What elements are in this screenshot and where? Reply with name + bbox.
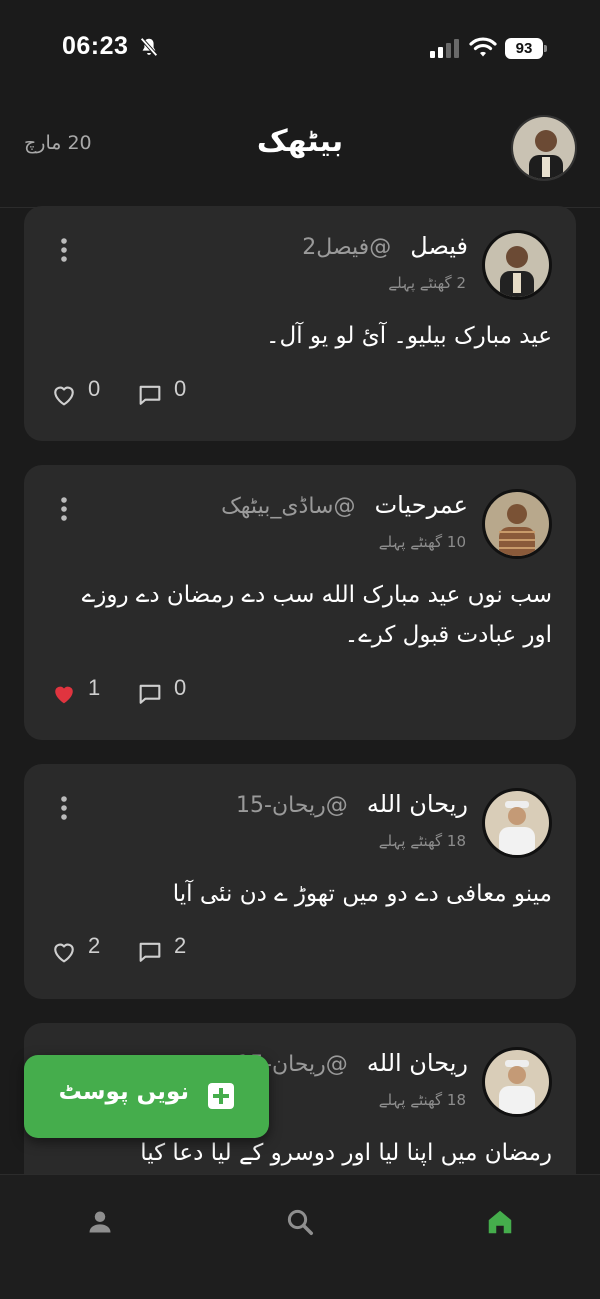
post-avatar[interactable] [482,230,552,300]
like-button[interactable]: 0 [50,376,100,410]
post-timestamp: 18 گھنٹے پہلے [378,832,466,850]
post-text: رمضان میں اپنا لیا اور دوسرو کے لیا دعا … [140,1140,552,1166]
author-name[interactable]: ریحان الله [367,1049,468,1077]
author-name[interactable]: فیصل [410,232,468,260]
nav-search[interactable] [280,1202,320,1242]
author-handle[interactable]: @ساڈی_بیٹھک [221,494,355,519]
comment-icon [139,942,161,962]
comment-icon [139,684,161,704]
author-name[interactable]: ریحان الله [367,790,468,818]
nav-home[interactable] [480,1202,520,1242]
bottom-nav [0,1174,600,1299]
comment-count: 0 [174,675,187,700]
user-avatar[interactable] [511,115,577,181]
like-count: 1 [88,675,101,700]
home-icon [488,1210,512,1234]
post-card: فیصل @فیصل2 2 گھنٹے پہلے عید مبارک بیلیو… [24,206,576,441]
heart-outline-icon [54,386,74,406]
nav-profile[interactable] [80,1202,120,1242]
comment-button[interactable]: 0 [136,376,186,410]
status-time: 06:23 [62,32,129,60]
author-handle[interactable]: @ریحان-15 [236,793,348,818]
comment-count: 2 [174,933,187,958]
post-avatar[interactable] [482,1047,552,1117]
post-text: سب نوں عید مبارک الله سب دے رمضان دے روز… [81,582,552,648]
comment-icon [139,385,161,405]
new-post-button[interactable]: نویں پوسٹ [24,1055,269,1138]
new-post-label: نویں پوسٹ [58,1079,189,1105]
author-handle[interactable]: @فیصل2 [302,235,391,260]
bell-muted-icon [140,37,158,57]
author-name[interactable]: عمرحیات [375,491,468,519]
battery-indicator: 93 [505,38,547,59]
search-icon [287,1209,313,1235]
signal-icon [430,39,459,58]
more-options-icon[interactable] [56,236,72,264]
page-title: بیٹھک [256,124,344,159]
like-button[interactable]: 1 [50,675,100,709]
header: 20 مارچ بیٹھک [0,96,600,208]
post-text: مینو معافی دے دو میں تھوڑ ے دن نئی آیا [172,881,552,907]
more-options-icon[interactable] [56,794,72,822]
plus-icon [208,1083,234,1109]
post-card: ریحان الله @ریحان-15 18 گھنٹے پہلے مینو … [24,764,576,999]
post-avatar[interactable] [482,489,552,559]
post-feed[interactable]: فیصل @فیصل2 2 گھنٹے پہلے عید مبارک بیلیو… [0,206,600,1174]
like-count: 2 [88,933,101,958]
post-card: عمرحیات @ساڈی_بیٹھک 10 گھنٹے پہلے سب نوں… [24,465,576,740]
post-text: عید مبارک بیلیو۔ آئ لو یو آل۔ [266,323,552,349]
post-timestamp: 10 گھنٹے پہلے [378,533,466,551]
heart-outline-icon [54,943,74,963]
battery-level: 93 [505,38,543,59]
post-timestamp: 2 گھنٹے پہلے [388,274,466,292]
wifi-icon [469,37,497,57]
comment-count: 0 [174,376,187,401]
like-count: 0 [88,376,101,401]
heart-filled-icon [55,686,73,704]
comment-button[interactable]: 2 [136,933,186,967]
post-avatar[interactable] [482,788,552,858]
profile-icon [89,1211,111,1233]
status-bar: 06:23 93 [0,0,600,96]
post-timestamp: 18 گھنٹے پہلے [378,1091,466,1109]
comment-button[interactable]: 0 [136,675,186,709]
like-button[interactable]: 2 [50,933,100,967]
more-options-icon[interactable] [56,495,72,523]
